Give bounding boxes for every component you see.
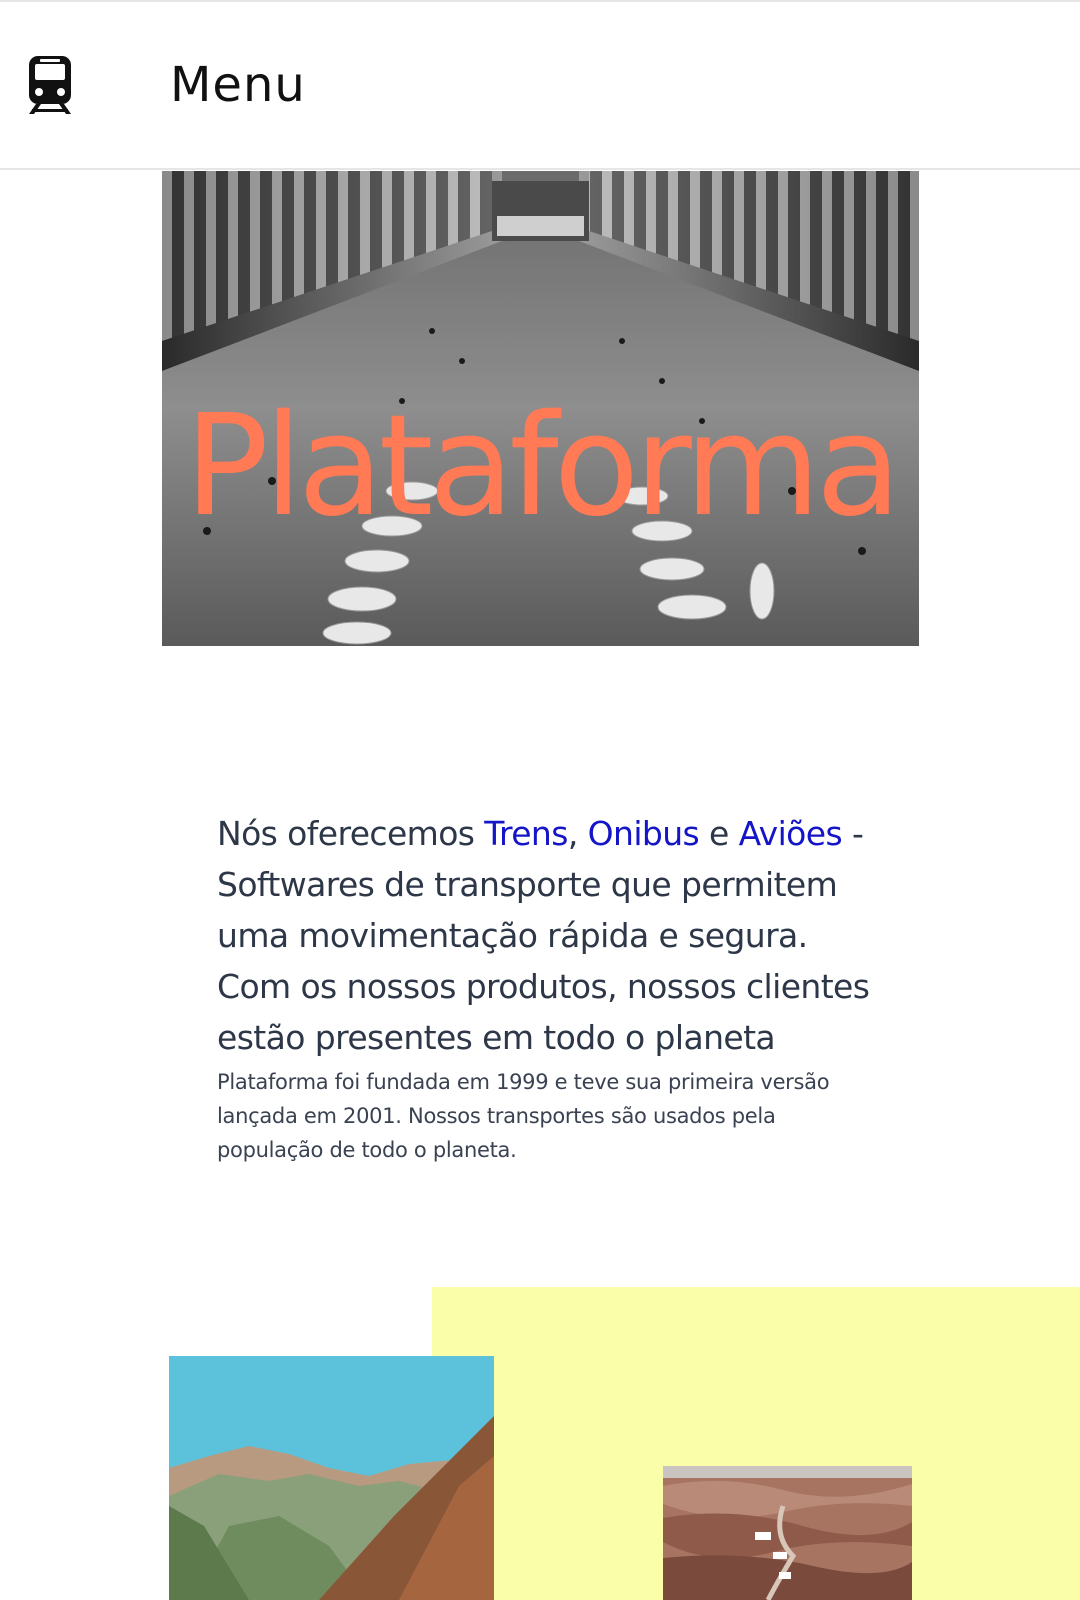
menu-button[interactable]: Menu — [170, 57, 306, 113]
link-planes[interactable]: Aviões — [739, 814, 843, 853]
intro-section: Nós oferecemos Trens, Onibus e Aviões - … — [217, 808, 877, 1167]
train-icon[interactable] — [26, 54, 74, 116]
link-trains[interactable]: Trens — [484, 814, 568, 853]
hero-banner: Plataforma — [162, 171, 919, 646]
mountain-valley-photo — [169, 1356, 494, 1600]
intro-heading: Nós oferecemos Trens, Onibus e Aviões - … — [217, 808, 877, 1063]
intro-body: Plataforma foi fundada em 1999 e teve su… — [217, 1070, 830, 1162]
heading-separator: , — [567, 814, 588, 853]
heading-prefix: Nós oferecemos — [217, 814, 485, 853]
hero-title: Plataforma — [184, 385, 901, 548]
canyon-road-photo — [663, 1466, 912, 1600]
heading-separator: e — [699, 814, 739, 853]
site-header: Menu — [0, 0, 1080, 170]
link-buses[interactable]: Onibus — [588, 814, 700, 853]
